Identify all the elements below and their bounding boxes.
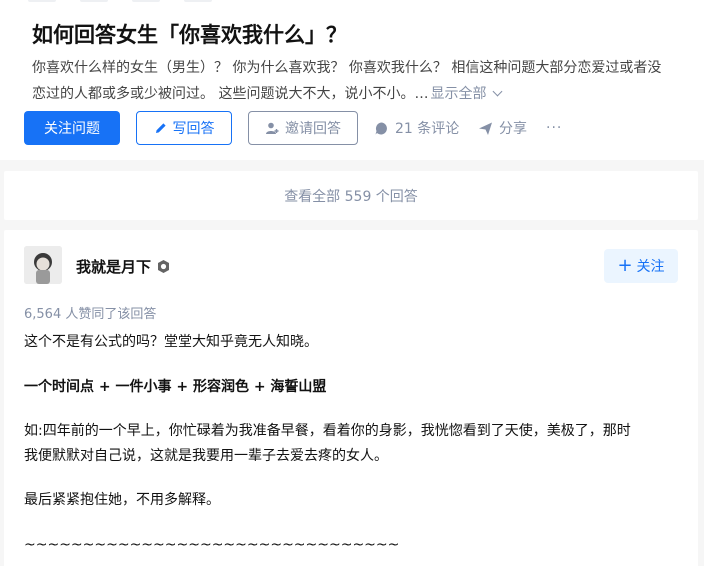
description-line-2: 恋过的人都或多或少被问过。 这些问题说大不大，说小不小。… 显示全部 [32, 81, 704, 107]
avatar[interactable] [24, 246, 62, 284]
view-all-label: 查看全部 559 个回答 [284, 188, 418, 205]
follow-author-button[interactable]: + 关注 [604, 249, 678, 283]
comments-button[interactable]: 21 条评论 [374, 111, 459, 145]
description-line: 你喜欢什么样的女生（男生）？ 你为什么喜欢我？ 你喜欢我什么？ 相信这种问题大部… [32, 60, 662, 76]
invite-answer-label: 邀请回答 [285, 121, 341, 137]
paragraph-bold: 一个时间点 + 一件小事 + 形容润色 + 海誓山盟 [24, 379, 327, 395]
answer-card: 我就是月下 + 关注 6,564 人赞同了该回答 这个不是有公式的吗？堂堂大知乎… [4, 230, 698, 566]
show-all-link[interactable]: 显示全部 [430, 86, 486, 102]
description-line: 恋过的人都或多或少被问过。 这些问题说大不大，说小不小。… [32, 86, 429, 102]
chevron-down-icon[interactable] [493, 86, 503, 97]
more-icon: ··· [546, 120, 563, 136]
paragraph: 如:四年前的一个早上，你忙碌着为我准备早餐，看着你的身影，我恍惚看到了天使，美极… [24, 423, 631, 439]
comments-label: 21 条评论 [395, 121, 460, 137]
question-header: 如何回答女生「你喜欢我什么」？ 你喜欢什么样的女生（男生）？ 你为什么喜欢我？ … [0, 0, 704, 160]
divider-tildes: ~~~~~~~~~~~~~~~~~~~~~~~~~~~~~~~~ [24, 537, 400, 553]
avatar-image [24, 246, 62, 284]
share-button[interactable]: 分享 [478, 111, 527, 145]
more-button[interactable]: ··· [546, 111, 562, 145]
topic-tag[interactable] [184, 0, 212, 2]
share-icon [479, 122, 492, 135]
comment-icon [375, 122, 387, 134]
invite-answer-button[interactable]: 邀请回答 [248, 111, 358, 145]
topic-tag[interactable] [28, 0, 56, 2]
follow-author-label: 关注 [636, 259, 665, 275]
plus-icon: + [617, 255, 633, 276]
paragraph: 这个不是有公式的吗？堂堂大知乎竟无人知晓。 [24, 334, 318, 350]
paragraph: 最后紧紧抱住她，不用多解释。 [24, 492, 220, 508]
pencil-icon [155, 123, 166, 133]
author-name-text: 我就是月下 [76, 258, 152, 276]
author-name[interactable]: 我就是月下 [76, 256, 171, 277]
vote-count: 6,564 人赞同了该回答 [24, 307, 157, 322]
add-user-icon [266, 122, 279, 134]
topic-tag[interactable] [132, 0, 160, 2]
topic-tag[interactable] [80, 0, 108, 2]
write-answer-label: 写回答 [172, 121, 215, 137]
share-label: 分享 [499, 121, 527, 137]
follow-question-button[interactable]: 关注问题 [24, 111, 120, 145]
paragraph: 我便默默对自己说，这就是我要用一辈子去爱去疼的女人。 [24, 448, 388, 464]
write-answer-button[interactable]: 写回答 [136, 111, 232, 145]
view-all-answers-button[interactable]: 查看全部 559 个回答 [4, 171, 698, 220]
question-title[interactable]: 如何回答女生「你喜欢我什么」？ [32, 19, 347, 49]
follow-question-label: 关注问题 [44, 121, 100, 137]
question-description: 你喜欢什么样的女生（男生）？ 你为什么喜欢我？ 你喜欢我什么？ 相信这种问题大部… [32, 55, 704, 107]
verified-badge-icon [158, 260, 170, 273]
